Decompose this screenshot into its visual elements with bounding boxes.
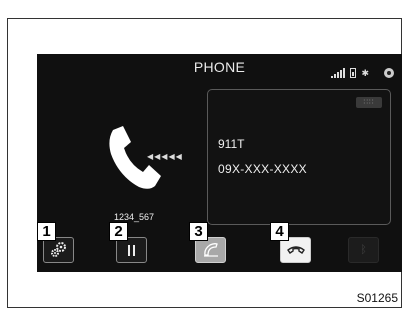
callout-badge-3: 3 [189, 222, 208, 241]
keypad-button[interactable]: ∷∷ [356, 97, 382, 108]
phone-hangup-icon [286, 246, 305, 254]
outgoing-arrows-icon: ◀◀◀◀◀ [147, 152, 183, 161]
phone-answer-icon [203, 243, 218, 257]
bluetooth-icon: ᛒ [360, 244, 367, 256]
call-timer: 1234_567 [114, 212, 155, 222]
battery-icon [350, 68, 357, 78]
keypad-icon: ∷∷ [363, 99, 375, 106]
caller-number: 09X-XXX-XXXX [218, 162, 307, 176]
figure-reference: S01265 [356, 291, 398, 305]
caller-info-panel: ∷∷ 911T 09X-XXX-XXXX [207, 89, 391, 225]
callout-badge-1: 1 [37, 222, 56, 241]
signal-bars-icon [331, 68, 346, 78]
phone-screen: PHONE ✱ ∷∷ 911T 09X-XXX-XXXX ◀◀◀◀◀ 1234_… [37, 54, 402, 272]
callout-badge-2: 2 [109, 222, 128, 241]
pause-icon [128, 244, 135, 256]
disc-icon [384, 68, 394, 78]
callout-badge-4: 4 [270, 222, 289, 241]
gears-icon [50, 242, 66, 257]
status-bar: ✱ [331, 64, 394, 78]
bluetooth-icon: ✱ [361, 68, 369, 78]
caller-name: 911T [218, 137, 245, 151]
bluetooth-button[interactable]: ᛒ [348, 237, 379, 263]
